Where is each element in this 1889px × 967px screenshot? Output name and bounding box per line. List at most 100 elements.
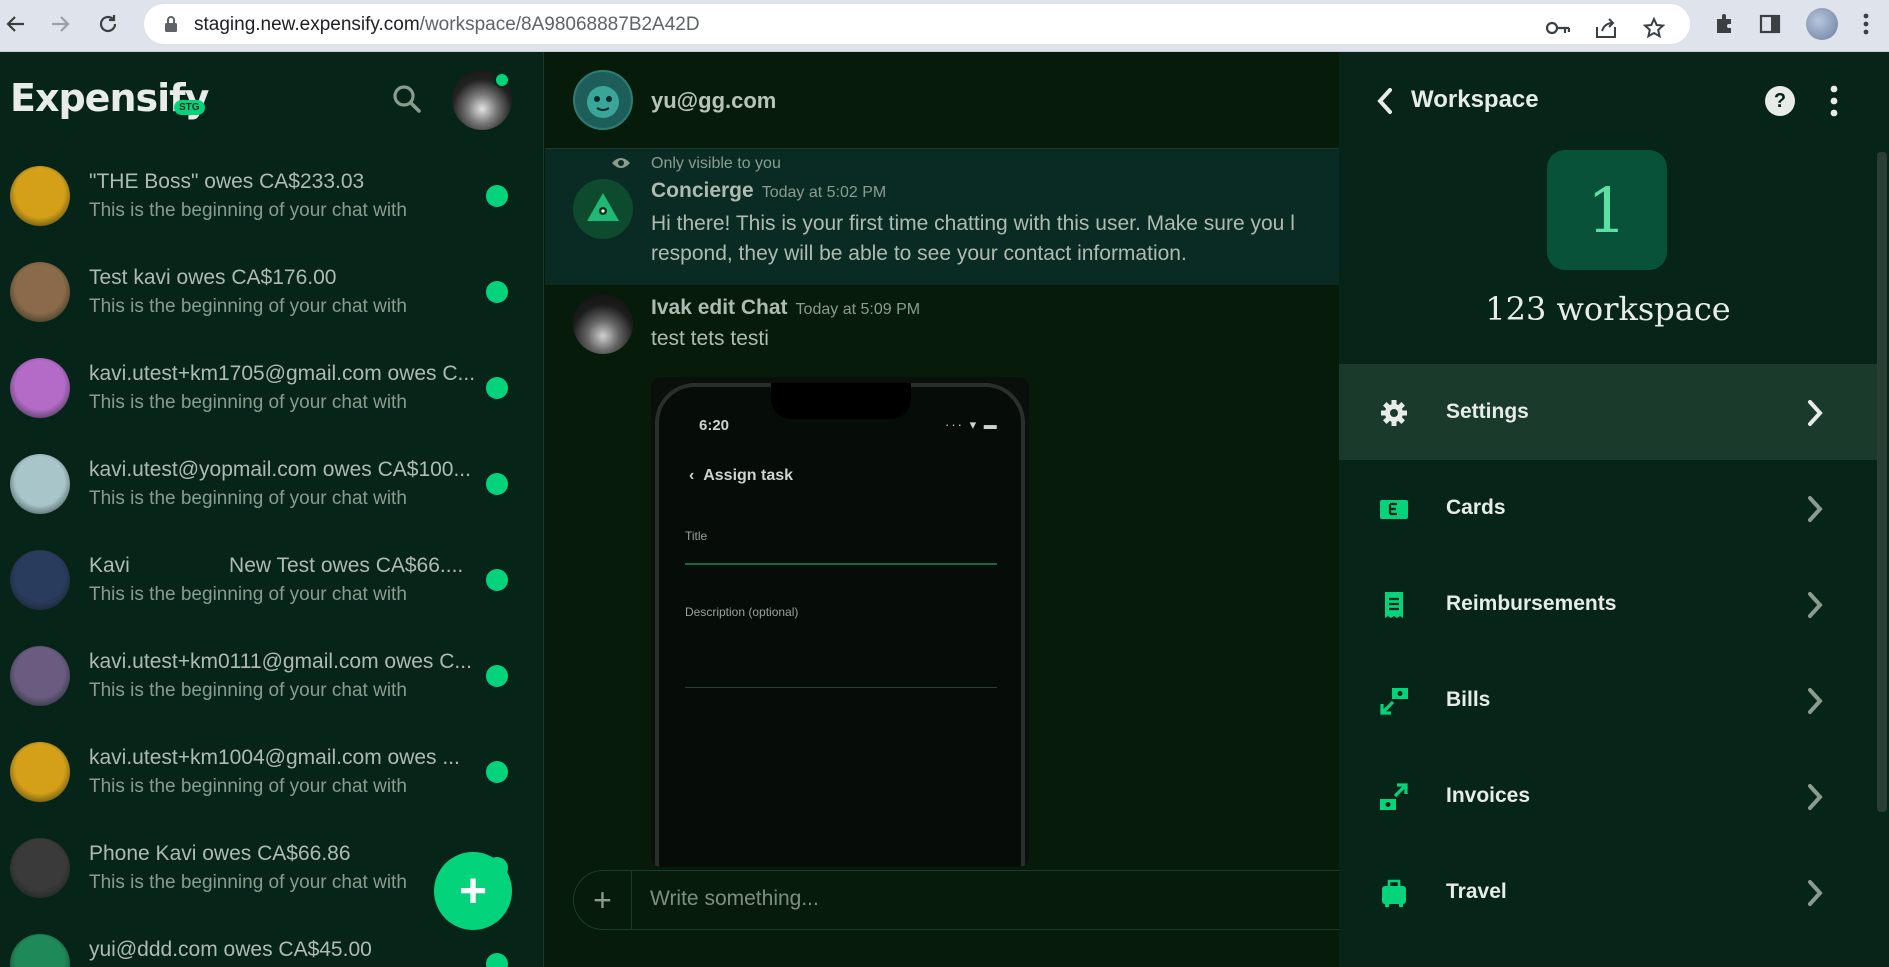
chat-title: kavi.utest+km0111@gmail.com owes C... xyxy=(89,650,472,673)
menu-item-settings[interactable]: Settings xyxy=(1339,364,1877,460)
chat-subtitle: This is the beginning of your chat with xyxy=(89,200,407,221)
report-title: yu@gg.com xyxy=(651,88,777,113)
message-text: Hi there! This is your first time chatti… xyxy=(651,212,1295,265)
message-author: Ivak edit Chat Today at 5:09 PM xyxy=(651,296,921,319)
chat-list-item[interactable]: Kavi New Test owes CA$66.... This is the … xyxy=(0,532,543,628)
reload-icon[interactable] xyxy=(92,8,124,40)
invoice-icon xyxy=(1379,782,1409,812)
star-icon[interactable] xyxy=(1640,14,1668,42)
workspace-header-title: Workspace xyxy=(1411,86,1539,113)
chat-list-item[interactable]: kavi.utest+km0111@gmail.com owes C... Thi… xyxy=(0,628,543,724)
menu-item-label: Reimbursements xyxy=(1446,592,1617,615)
gear-icon xyxy=(1379,398,1409,428)
chevron-right-icon xyxy=(1808,400,1823,426)
menu-item-label: Invoices xyxy=(1446,784,1531,807)
phone-screenshot: 6:20 ··· ▾ ▬ ‹ Assign task Title Descrip… xyxy=(655,383,1025,867)
chat-avatar xyxy=(10,838,70,898)
phone-title-label: Title xyxy=(685,529,708,543)
chat-avatar xyxy=(10,550,70,610)
chat-subtitle: This is the beginning of your chat with xyxy=(89,872,407,893)
card-icon xyxy=(1379,494,1409,524)
unread-indicator xyxy=(486,953,508,967)
chat-avatar xyxy=(10,166,70,226)
search-icon[interactable] xyxy=(392,84,422,114)
unread-indicator xyxy=(486,377,508,399)
forward-arrow-icon[interactable] xyxy=(44,8,76,40)
chevron-right-icon xyxy=(1808,496,1823,522)
chat-avatar xyxy=(10,454,70,514)
composer-placeholder[interactable]: Write something... xyxy=(650,887,819,911)
chat-list-item[interactable]: Test kavi owes CA$176.00 This is the begi… xyxy=(0,244,543,340)
browser-menu-icon[interactable] xyxy=(1852,10,1880,38)
unread-indicator xyxy=(486,665,508,687)
phone-description-label: Description (optional) xyxy=(685,605,799,619)
browser-profile-avatar[interactable] xyxy=(1806,8,1838,40)
chat-title: Phone Kavi owes CA$66.86 xyxy=(89,842,351,865)
menu-item-reimbursements[interactable]: Reimbursements xyxy=(1339,556,1877,652)
menu-item-label: Settings xyxy=(1446,400,1529,423)
sender-avatar[interactable] xyxy=(573,294,633,354)
luggage-icon xyxy=(1379,878,1409,908)
back-chevron-icon[interactable] xyxy=(1373,86,1397,116)
extensions-icon[interactable] xyxy=(1710,10,1738,38)
menu-item-label: Cards xyxy=(1446,496,1506,519)
floating-action-button[interactable]: + xyxy=(434,852,512,930)
workspace-avatar[interactable]: 1 xyxy=(1547,150,1667,270)
unread-indicator xyxy=(486,185,508,207)
image-attachment[interactable]: 6:20 ··· ▾ ▬ ‹ Assign task Title Descrip… xyxy=(651,377,1029,867)
menu-item-invoices[interactable]: Invoices xyxy=(1339,748,1877,844)
scrollbar[interactable] xyxy=(1877,152,1887,812)
phone-status-icons: ··· ▾ ▬ xyxy=(945,417,999,432)
composer[interactable]: + Write something... xyxy=(573,870,1340,930)
chat-avatar xyxy=(10,742,70,802)
side-panel-icon[interactable] xyxy=(1756,10,1784,38)
only-visible-label: Only visible to you xyxy=(651,155,781,172)
chevron-right-icon xyxy=(1808,880,1823,906)
chat-list-item[interactable]: kavi.utest@yopmail.com owes CA$100... Thi… xyxy=(0,436,543,532)
unread-indicator xyxy=(486,281,508,303)
message-timestamp: Today at 5:09 PM xyxy=(795,301,921,318)
concierge-avatar[interactable] xyxy=(573,179,633,239)
chat-avatar xyxy=(10,646,70,706)
chat-list-item[interactable]: kavi.utest+km1004@gmail.com owes ... This… xyxy=(0,724,543,820)
report-screen: yu@gg.com Only visible to you Concierge T… xyxy=(545,52,1340,967)
chat-subtitle: This is the beginning of your chat with xyxy=(89,296,407,317)
url-text: staging.new.expensify.com/workspace/8A98… xyxy=(194,14,700,35)
lock-icon xyxy=(165,16,177,32)
chat-title: kavi.utest+km1004@gmail.com owes ... xyxy=(89,746,460,769)
browser-toolbar: staging.new.expensify.com/workspace/8A98… xyxy=(0,0,1889,52)
eye-icon xyxy=(612,158,630,168)
address-bar[interactable]: staging.new.expensify.com/workspace/8A98… xyxy=(144,4,1690,44)
chat-avatar xyxy=(10,358,70,418)
message-timestamp: Today at 5:02 PM xyxy=(761,184,887,201)
share-icon[interactable] xyxy=(1592,14,1620,42)
chat-list-item[interactable]: kavi.utest+km1705@gmail.com owes C... Thi… xyxy=(0,340,543,436)
chat-title: kavi.utest@yopmail.com owes CA$100... xyxy=(89,458,471,481)
chevron-right-icon xyxy=(1808,592,1823,618)
menu-item-label: Travel xyxy=(1446,880,1507,903)
chat-subtitle: This is the beginning of your chat with xyxy=(89,680,407,701)
chat-avatar xyxy=(10,934,70,967)
key-icon[interactable] xyxy=(1544,14,1572,42)
menu-item-bills[interactable]: Bills xyxy=(1339,652,1877,748)
chat-subtitle: This is the beginning of your chat with xyxy=(89,776,407,797)
unread-indicator xyxy=(486,473,508,495)
add-attachment-button[interactable]: + xyxy=(574,871,632,929)
chat-list-item[interactable]: "THE Boss" owes CA$233.03 This is the beg… xyxy=(0,148,543,244)
workspace-name: 123 workspace xyxy=(1485,290,1731,328)
chat-title: yui@ddd.com owes CA$45.00 xyxy=(89,938,372,961)
more-options-icon[interactable] xyxy=(1829,84,1839,118)
concierge-message: Only visible to you Concierge Today at 5:… xyxy=(545,149,1340,285)
help-icon[interactable]: ? xyxy=(1765,86,1795,116)
chat-title: kavi.utest+km1705@gmail.com owes C... xyxy=(89,362,476,385)
chat-subtitle: This is the beginning of your chat with xyxy=(89,584,407,605)
back-arrow-icon[interactable] xyxy=(0,8,32,40)
menu-item-travel[interactable]: Travel xyxy=(1339,844,1877,940)
report-header[interactable]: yu@gg.com xyxy=(545,52,1340,149)
chevron-right-icon xyxy=(1808,688,1823,714)
menu-item-cards[interactable]: Cards xyxy=(1339,460,1877,556)
report-avatar xyxy=(573,70,633,130)
chat-title: Kavi New Test owes CA$66.... xyxy=(89,554,464,577)
message-author: Concierge Today at 5:02 PM xyxy=(651,179,887,202)
unread-indicator xyxy=(486,761,508,783)
